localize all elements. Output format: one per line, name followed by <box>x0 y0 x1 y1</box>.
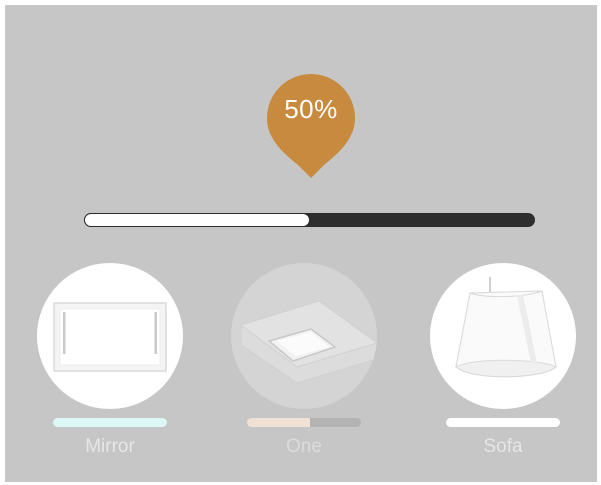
ceiling-panel-icon <box>239 300 377 384</box>
lamp-mirror-thumbnail[interactable] <box>37 263 183 409</box>
lamp-sofa[interactable]: Sofa <box>430 263 576 463</box>
lamp-mirror[interactable]: Mirror <box>37 263 183 463</box>
pin-shape <box>267 74 355 178</box>
lamp-sofa-name: Sofa <box>483 436 523 457</box>
brightness-percent: 50% <box>284 94 338 124</box>
brightness-slider-fill[interactable] <box>84 213 310 227</box>
lamp-mirror-name: Mirror <box>85 436 135 457</box>
lighting-screen: 50% Mirror One Sofa <box>5 5 597 482</box>
lamp-one-level-fill <box>247 418 310 427</box>
lamp-mirror-level-bar <box>53 418 167 427</box>
lamp-sofa-level-bar <box>446 418 560 427</box>
lamp-one-level-bar <box>247 418 361 427</box>
lamp-one-name: One <box>286 436 322 457</box>
mirror-lamp-icon <box>53 302 167 372</box>
brightness-slider[interactable] <box>84 213 535 227</box>
lamp-sofa-thumbnail[interactable] <box>430 263 576 409</box>
lamp-one[interactable]: One <box>231 263 377 463</box>
lamp-mirror-level-fill <box>53 418 167 427</box>
lamp-sofa-level-fill <box>446 418 560 427</box>
lamp-one-thumbnail[interactable] <box>231 263 377 409</box>
brightness-indicator: 50% <box>263 72 359 180</box>
floor-lamp-shade-icon <box>455 277 557 378</box>
